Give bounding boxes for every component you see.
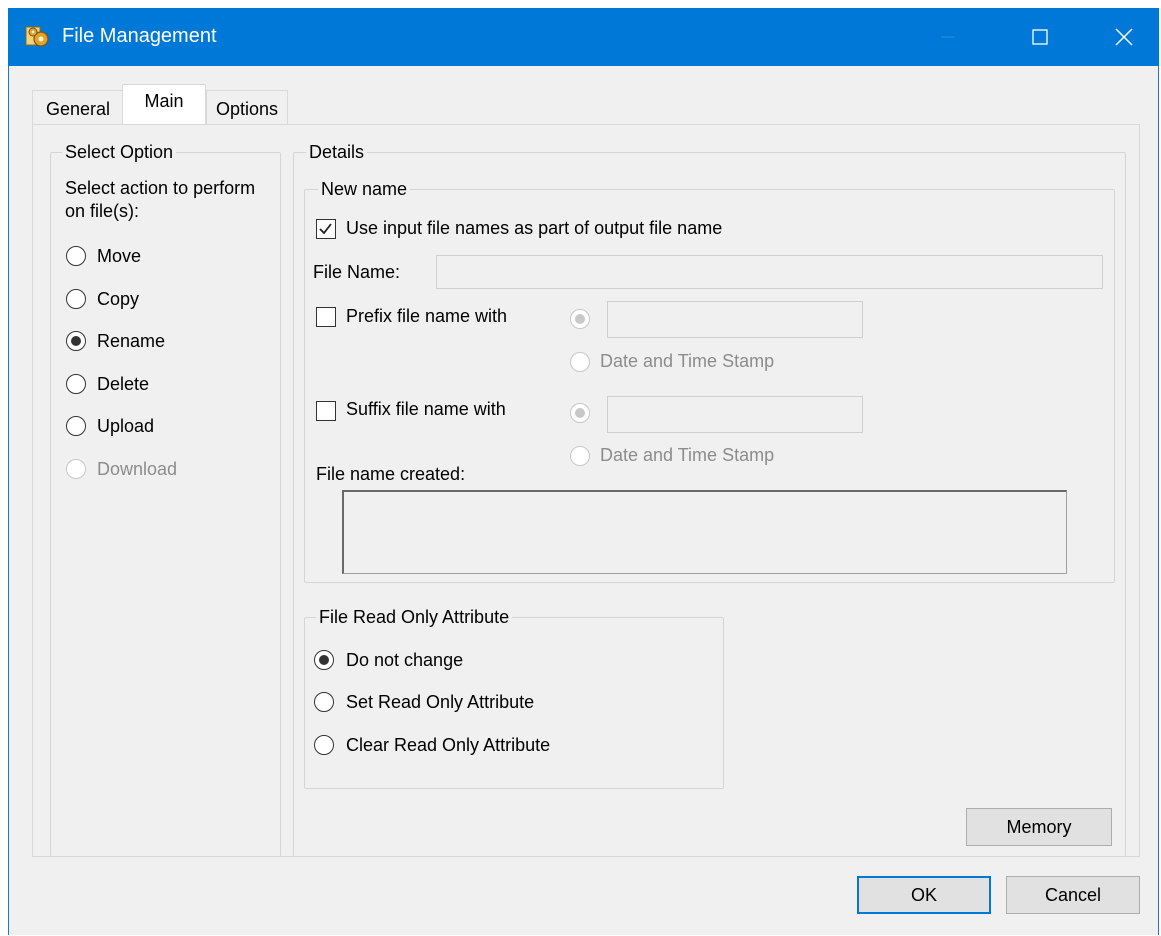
- prefix-datetime-radio: [570, 352, 590, 372]
- suffix-text-input: [607, 396, 863, 433]
- rename-label[interactable]: Rename: [97, 331, 165, 352]
- download-label: Download: [97, 459, 178, 479]
- file-name-created-box: [342, 490, 1067, 574]
- move-radio[interactable]: [66, 246, 86, 266]
- set-read-only-radio[interactable]: [314, 692, 334, 712]
- select-option-title: Select Option: [62, 142, 177, 163]
- suffix-label[interactable]: Suffix file name with: [346, 399, 506, 420]
- suffix-datetime-label: Date and Time Stamp: [600, 445, 775, 465]
- copy-radio[interactable]: [66, 289, 86, 309]
- prefix-text-input: [607, 301, 863, 338]
- details-title: Details: [306, 142, 368, 163]
- prefix-text-radio: [570, 309, 590, 329]
- tab-main[interactable]: Main: [122, 84, 206, 125]
- window-title: File Management: [62, 25, 217, 47]
- tab-general[interactable]: General: [32, 90, 124, 125]
- cancel-button[interactable]: Cancel: [1006, 876, 1140, 914]
- close-icon: [1115, 28, 1133, 46]
- download-radio: [66, 459, 86, 479]
- do-not-change-radio[interactable]: [314, 650, 334, 670]
- file-name-created-label: File name created:: [316, 464, 466, 484]
- tab-main-label: Main: [144, 91, 184, 111]
- tab-options-label: Options: [215, 99, 279, 119]
- delete-label[interactable]: Delete: [97, 374, 149, 395]
- upload-label[interactable]: Upload: [97, 416, 154, 437]
- prefix-label[interactable]: Prefix file name with: [346, 306, 507, 327]
- move-label[interactable]: Move: [97, 246, 141, 267]
- suffix-checkbox[interactable]: [316, 401, 336, 421]
- upload-radio[interactable]: [66, 416, 86, 436]
- use-input-names-label[interactable]: Use input file names as part of output f…: [346, 218, 722, 239]
- use-input-names-checkbox[interactable]: [316, 219, 336, 239]
- tab-general-label: General: [45, 99, 111, 119]
- delete-radio[interactable]: [66, 374, 86, 394]
- minimize-button[interactable]: [920, 8, 976, 66]
- set-read-only-label[interactable]: Set Read Only Attribute: [346, 692, 534, 713]
- clear-read-only-label[interactable]: Clear Read Only Attribute: [346, 735, 550, 756]
- checkmark-icon: [319, 223, 332, 235]
- maximize-icon: [1032, 29, 1048, 45]
- read-only-title: File Read Only Attribute: [316, 607, 513, 628]
- suffix-text-radio: [570, 403, 590, 423]
- do-not-change-label[interactable]: Do not change: [346, 650, 463, 671]
- file-name-input[interactable]: [436, 255, 1103, 289]
- copy-label[interactable]: Copy: [97, 289, 139, 310]
- rename-radio[interactable]: [66, 331, 86, 351]
- maximize-button[interactable]: [1012, 8, 1068, 66]
- title-bar[interactable]: File Management: [8, 8, 1159, 66]
- prefix-checkbox[interactable]: [316, 307, 336, 327]
- memory-button[interactable]: Memory: [966, 808, 1112, 846]
- clear-read-only-radio[interactable]: [314, 735, 334, 755]
- ok-button[interactable]: OK: [857, 876, 991, 914]
- new-name-title: New name: [318, 179, 411, 200]
- file-name-label: File Name:: [313, 262, 401, 282]
- prefix-datetime-label: Date and Time Stamp: [600, 351, 775, 371]
- tab-options[interactable]: Options: [206, 90, 288, 125]
- close-button[interactable]: [1096, 8, 1152, 66]
- suffix-datetime-radio: [570, 446, 590, 466]
- minimize-icon: [941, 36, 955, 38]
- select-option-prompt: Select action to perform on file(s):: [65, 178, 256, 221]
- app-gear-icon: [25, 26, 49, 47]
